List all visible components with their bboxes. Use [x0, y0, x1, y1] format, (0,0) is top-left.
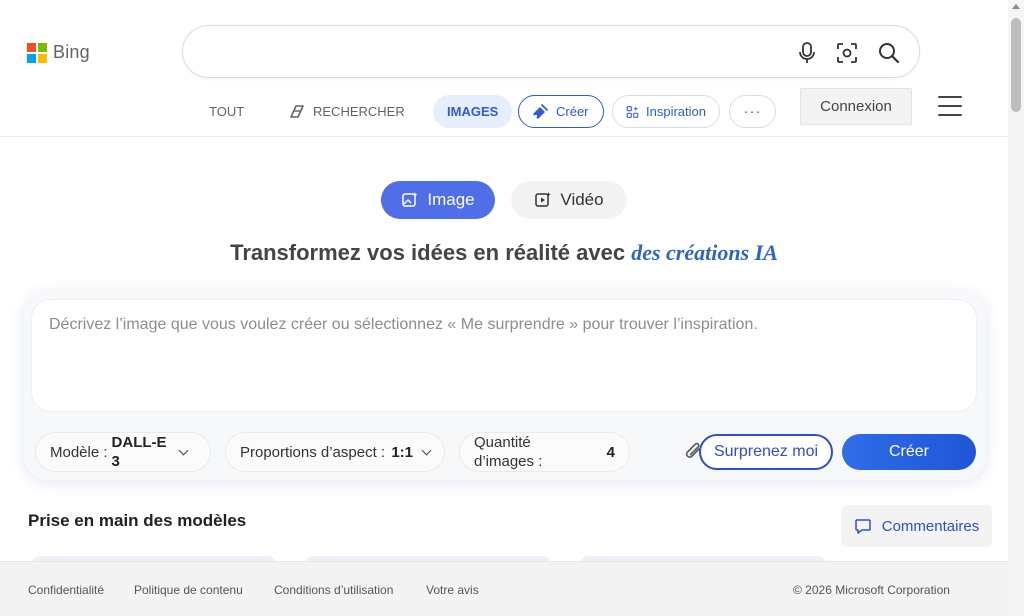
- chat-bubble-icon: [854, 519, 871, 534]
- chevron-down-icon: [421, 445, 432, 455]
- sparkle-grid-icon: [626, 105, 639, 118]
- section-title: Prise en main des modèles: [28, 511, 247, 530]
- create-panel: Modèle : DALL-E 3 Proportions d’aspect :…: [24, 292, 986, 480]
- headline-text: Transformez vos idées en réalité avec: [230, 240, 626, 265]
- search-box[interactable]: [182, 25, 920, 78]
- search-input[interactable]: [205, 38, 785, 66]
- create-brush-icon: [533, 103, 548, 119]
- nav-tab-images[interactable]: IMAGES: [433, 95, 513, 128]
- footer-link-feedback[interactable]: Votre avis: [426, 583, 479, 597]
- video-create-icon: [535, 192, 552, 207]
- image-quantity-selector[interactable]: Quantité d’images : 4: [459, 432, 630, 472]
- microphone-icon[interactable]: [794, 40, 820, 66]
- model-selector[interactable]: Modèle : DALL-E 3: [35, 432, 211, 472]
- header-divider: [0, 136, 1008, 137]
- prompt-area[interactable]: [31, 299, 977, 412]
- image-quantity-value: 4: [606, 443, 615, 461]
- logo-text: Bing: [53, 42, 90, 62]
- chevron-down-icon: [178, 445, 188, 455]
- page-scrollbar[interactable]: [1008, 0, 1024, 616]
- search-icon[interactable]: [876, 40, 902, 66]
- mode-video-button[interactable]: Vidéo: [511, 181, 627, 219]
- scroll-thumb[interactable]: [1011, 18, 1021, 112]
- surprise-me-button[interactable]: Surprenez moi: [699, 434, 833, 470]
- headline-accent: des créations IA: [631, 240, 778, 265]
- footer-link-privacy[interactable]: Confidentialité: [28, 583, 104, 597]
- sign-in-button[interactable]: Connexion: [800, 88, 912, 125]
- visual-search-icon[interactable]: [834, 40, 860, 66]
- page-headline: Transformez vos idées en réalité avec de…: [0, 240, 1008, 266]
- scroll-up-arrow-icon[interactable]: [1012, 4, 1020, 9]
- nav-tab-create[interactable]: Créer: [518, 95, 604, 128]
- aspect-ratio-value: 1:1: [391, 443, 414, 461]
- prompt-input[interactable]: [49, 316, 959, 396]
- footer: Confidentialité Politique de contenu Con…: [0, 561, 1008, 616]
- create-button[interactable]: Créer: [842, 434, 976, 470]
- image-create-icon: [402, 192, 419, 207]
- model-value: DALL-E 3: [111, 434, 167, 470]
- nav-more-button[interactable]: ···: [729, 95, 776, 128]
- hamburger-menu-icon[interactable]: [938, 96, 962, 116]
- footer-link-terms[interactable]: Conditions d’utilisation: [274, 583, 393, 597]
- aspect-ratio-selector[interactable]: Proportions d’aspect : 1:1: [225, 432, 445, 472]
- footer-link-content-policy[interactable]: Politique de contenu: [134, 583, 243, 597]
- copilot-icon: [290, 104, 304, 118]
- nav-tab-all[interactable]: TOUT: [209, 95, 244, 128]
- microsoft-logo-icon: [27, 42, 47, 63]
- mode-image-button[interactable]: Image: [381, 181, 495, 219]
- feedback-button[interactable]: Commentaires: [841, 505, 992, 547]
- nav-tab-search[interactable]: RECHERCHER: [288, 95, 405, 128]
- bing-logo[interactable]: Bing: [27, 42, 90, 63]
- footer-copyright: © 2026 Microsoft Corporation: [793, 583, 950, 597]
- nav-tab-inspiration[interactable]: Inspiration: [612, 95, 720, 128]
